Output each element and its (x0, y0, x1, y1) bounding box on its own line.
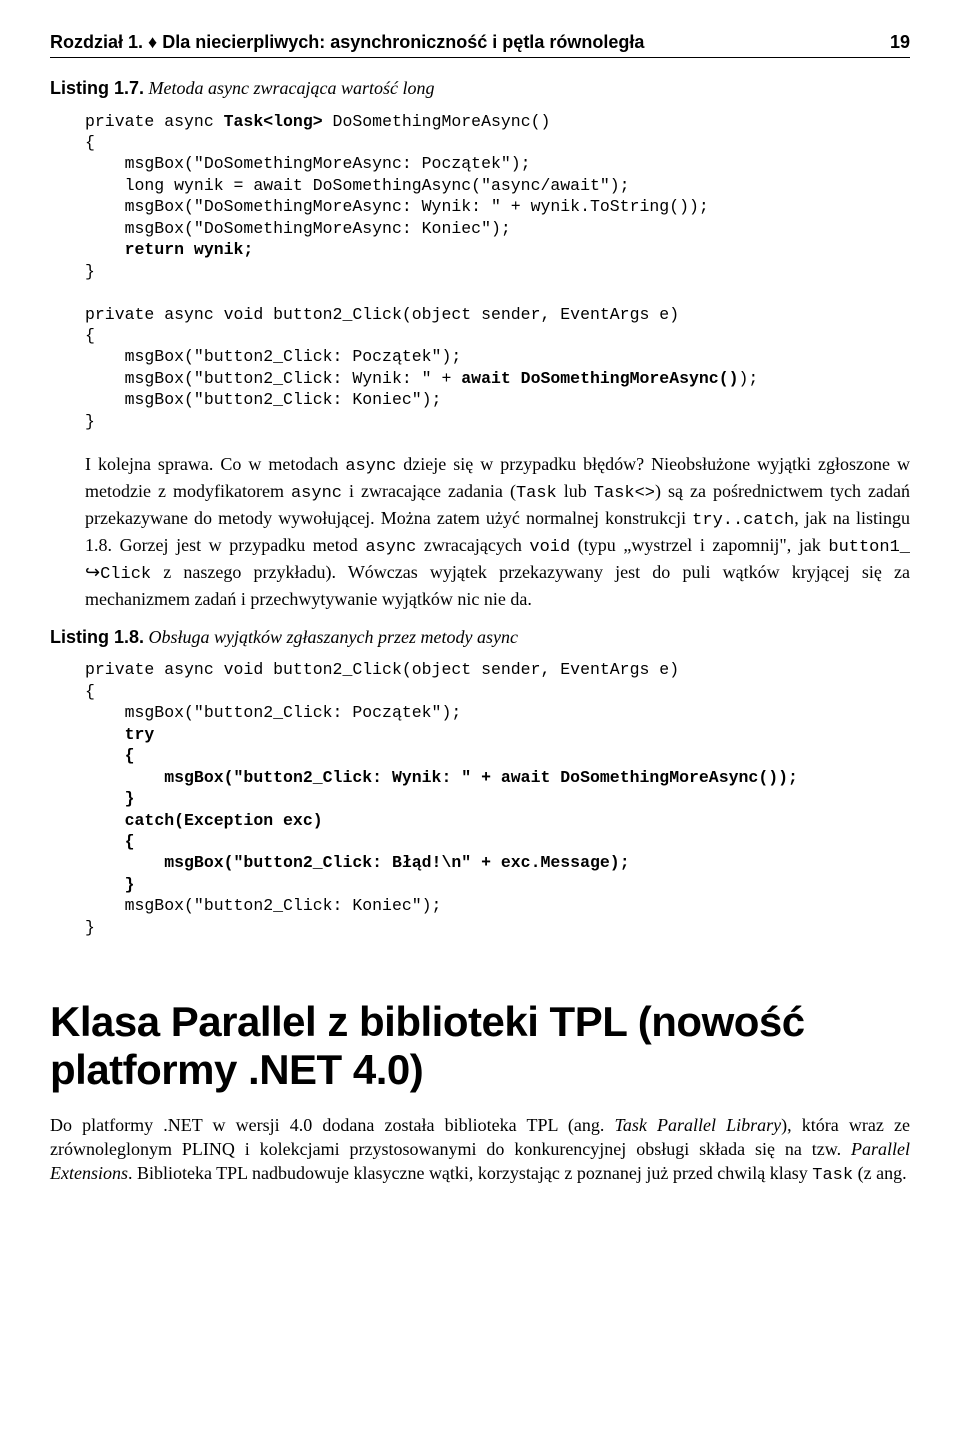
paragraph-1: I kolejna sprawa. Co w metodach async dz… (85, 452, 910, 611)
listing-1-8-caption: Listing 1.8. Obsługa wyjątków zgłaszanyc… (50, 625, 910, 649)
code-listing-1-8: private async void button2_Click(object … (85, 659, 910, 938)
code-listing-1-7: private async Task<long> DoSomethingMore… (85, 111, 910, 433)
continuation-arrow-icon: ↪ (85, 562, 100, 582)
listing-title: Metoda async zwracająca wartość long (149, 78, 435, 98)
page-header: Rozdział 1. ♦ Dla niecierpliwych: asynch… (50, 30, 910, 58)
listing-label: Listing 1.8. (50, 627, 144, 647)
chapter-title: Rozdział 1. ♦ Dla niecierpliwych: asynch… (50, 30, 644, 54)
listing-title: Obsługa wyjątków zgłaszanych przez metod… (149, 627, 518, 647)
paragraph-2: Do platformy .NET w wersji 4.0 dodana zo… (50, 1113, 910, 1189)
section-heading: Klasa Parallel z biblioteki TPL (nowość … (50, 998, 910, 1095)
listing-1-7-caption: Listing 1.7. Metoda async zwracająca war… (50, 76, 910, 100)
listing-label: Listing 1.7. (50, 78, 144, 98)
page-number: 19 (890, 30, 910, 54)
